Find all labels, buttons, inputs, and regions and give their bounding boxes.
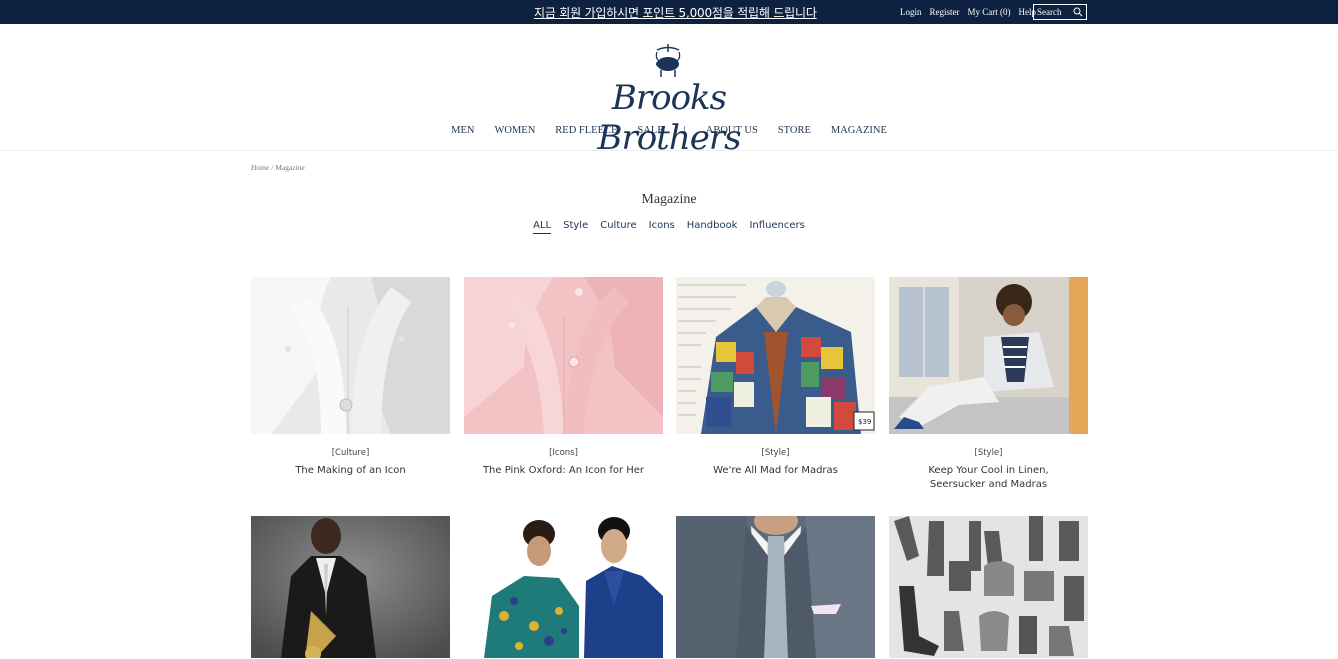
nav-men[interactable]: MEN — [451, 125, 474, 136]
nav-red-fleece[interactable]: RED FLEECE — [555, 125, 617, 136]
article-category: [Culture] — [331, 448, 370, 458]
search-icon[interactable] — [1073, 7, 1083, 17]
breadcrumb-home[interactable]: Home — [251, 163, 269, 172]
article-title[interactable]: The Pink Oxford: An Icon for Her — [464, 464, 663, 478]
couple-fashion-image[interactable] — [464, 516, 663, 658]
trumpet-player-image[interactable] — [251, 516, 450, 658]
tab-influencers[interactable]: Influencers — [749, 220, 804, 234]
register-link[interactable]: Register — [930, 7, 960, 17]
article-category: [Icons] — [549, 448, 578, 458]
brand-logo[interactable]: Brooks Brothers — [558, 40, 780, 158]
search-input[interactable]: Search — [1033, 4, 1087, 20]
promo-link[interactable]: 지금 회원 가입하시면 포인트 5,000점을 적립해 드립니다 — [534, 4, 817, 21]
white-oxford-shirt-image[interactable] — [251, 277, 450, 434]
login-link[interactable]: Login — [900, 7, 922, 17]
logo-wordmark: Brooks Brothers — [597, 78, 741, 158]
utility-nav: Login Register My Cart (0) Help — [900, 7, 1036, 17]
nav-about-us[interactable]: ABOUT US — [706, 125, 758, 136]
article-title[interactable]: Keep Your Cool in Linen, Seersucker and … — [889, 464, 1088, 492]
main-nav: MEN WOMEN RED FLEECE SALE | ABOUT US STO… — [0, 125, 1338, 136]
price-tag: $39 — [858, 418, 871, 426]
nav-store[interactable]: STORE — [778, 125, 811, 136]
tab-all[interactable]: ALL — [533, 220, 552, 234]
page-title: Magazine — [641, 192, 697, 207]
article-card[interactable]: [Icons] The Pink Oxford: An Icon for Her — [464, 277, 663, 478]
header-divider — [0, 150, 1338, 151]
nav-magazine[interactable]: MAGAZINE — [831, 125, 887, 136]
breadcrumb: Home / Magazine — [251, 163, 305, 172]
tab-style[interactable]: Style — [563, 220, 588, 234]
article-card[interactable]: [Style] Keep Your Cool in Linen, Seersuc… — [889, 277, 1088, 492]
breadcrumb-current: Magazine — [275, 163, 305, 172]
pink-oxford-shirt-image[interactable] — [464, 277, 663, 434]
search-label: Search — [1037, 7, 1062, 17]
promo-bar: 지금 회원 가입하시면 포인트 5,000점을 적립해 드립니다 Login R… — [0, 0, 1338, 24]
nav-sale[interactable]: SALE — [637, 125, 663, 136]
article-card[interactable] — [464, 516, 663, 658]
grey-suit-tie-image[interactable] — [676, 516, 875, 658]
article-card[interactable] — [676, 516, 875, 658]
article-card[interactable] — [251, 516, 450, 658]
category-tabs: ALL Style Culture Icons Handbook Influen… — [0, 220, 1338, 234]
article-category: [Style] — [974, 448, 1003, 458]
article-card[interactable] — [889, 516, 1088, 658]
cart-link[interactable]: My Cart (0) — [968, 7, 1011, 17]
article-category: [Style] — [761, 448, 790, 458]
tab-culture[interactable]: Culture — [600, 220, 636, 234]
article-card[interactable]: [Culture] The Making of an Icon — [251, 277, 450, 478]
vintage-socks-catalog-image[interactable] — [889, 516, 1088, 658]
article-title[interactable]: The Making of an Icon — [251, 464, 450, 478]
woman-linen-blazer-image[interactable] — [889, 277, 1088, 434]
tab-icons[interactable]: Icons — [649, 220, 675, 234]
golden-fleece-icon — [655, 44, 681, 77]
article-card[interactable]: $39 [Style] We're All Mad for Madras — [676, 277, 875, 478]
article-title[interactable]: We're All Mad for Madras — [676, 464, 875, 478]
tab-handbook[interactable]: Handbook — [687, 220, 738, 234]
madras-jacket-illustration-image[interactable]: $39 — [676, 277, 875, 434]
nav-women[interactable]: WOMEN — [494, 125, 535, 136]
nav-separator: | — [683, 125, 686, 136]
